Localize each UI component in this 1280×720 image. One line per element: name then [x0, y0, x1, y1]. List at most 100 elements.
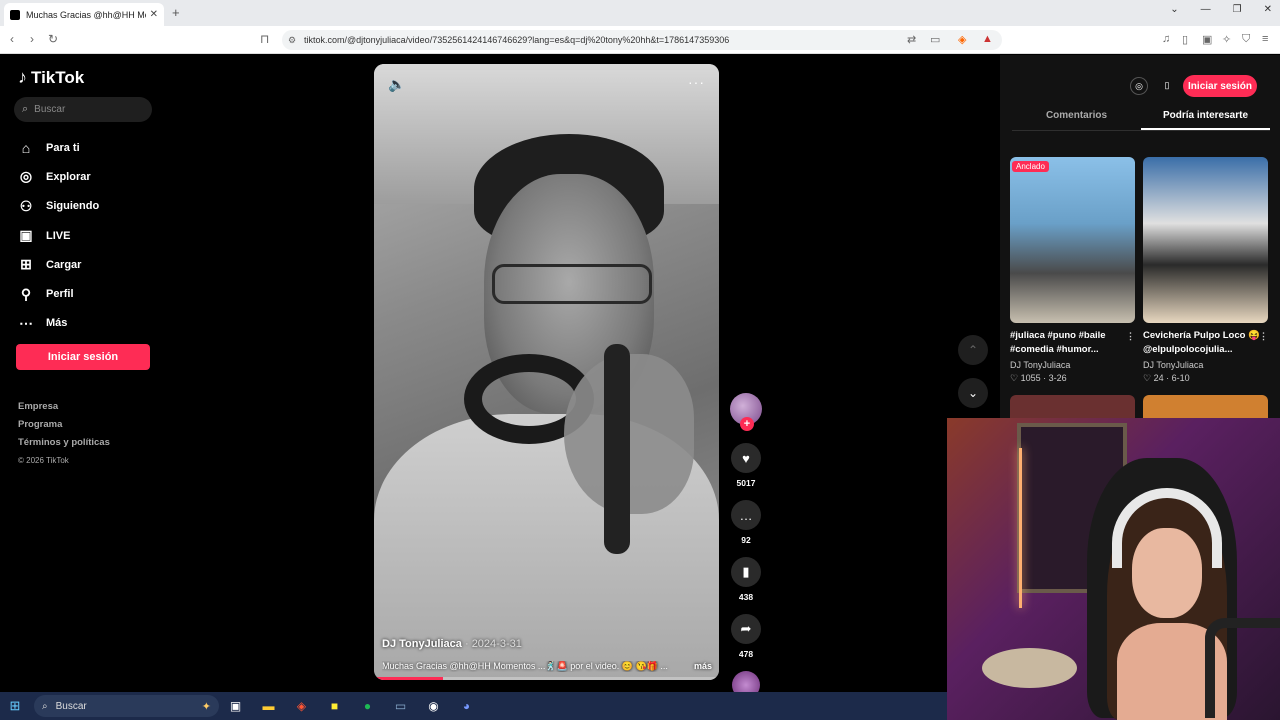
action-bar: + ♥ 5017 … 92 ▮ 438 ➦ 478 — [730, 393, 762, 699]
volume-icon[interactable]: 🔈 — [388, 76, 405, 93]
card-title: #juliaca #puno #baile #comedia #humor...… — [1010, 329, 1135, 357]
brave-shield-icon[interactable]: ◈ — [958, 33, 966, 46]
tab-podria-interesarte[interactable]: Podría interesarte — [1141, 105, 1270, 130]
previous-video-icon[interactable]: ⌃ — [958, 335, 988, 365]
search-box[interactable]: ⌕ — [14, 97, 152, 122]
suggested-card[interactable]: Cevichería Pulpo Loco 😝 @elpulpolocojuli… — [1143, 157, 1268, 384]
back-icon[interactable]: ‹ — [10, 32, 14, 46]
sidebar-item-live[interactable]: ▣ LIVE — [18, 221, 99, 250]
url-field[interactable]: ⚙ tiktok.com/@djtonyjuliaca/video/735256… — [282, 30, 1002, 50]
file-explorer-icon[interactable]: ▬ — [252, 699, 285, 713]
sidebar-item-mas[interactable]: ⋯ Más — [18, 309, 99, 338]
tiktok-logo[interactable]: ♪ TikTok — [18, 67, 84, 88]
card-user[interactable]: DJ TonyJuliaca — [1010, 360, 1135, 370]
sidebar-item-label: Más — [46, 317, 68, 330]
browser-tab[interactable]: Muchas Gracias @hh@HH Momen ✕ — [4, 3, 164, 26]
like-count: 5017 — [736, 478, 756, 488]
search-icon: ⌕ — [22, 103, 29, 115]
close-window-icon[interactable]: ✕ — [1264, 4, 1272, 15]
card-thumbnail[interactable] — [1143, 157, 1268, 323]
video-player[interactable]: 🔈 ··· DJ TonyJuliaca · 2024-3-31 Muchas … — [374, 64, 719, 680]
sidebar-item-cargar[interactable]: ⊞ Cargar — [18, 250, 99, 279]
rewards-icon[interactable]: ▲ — [982, 33, 993, 45]
sidebar-item-para-ti[interactable]: ⌂ Para ti — [18, 133, 99, 162]
reload-icon[interactable]: ↻ — [48, 32, 58, 46]
leo-icon[interactable]: ✧ — [1222, 33, 1231, 46]
sidebar-footer: Empresa Programa Términos y políticas © … — [18, 398, 110, 470]
footer-link-company[interactable]: Empresa — [18, 398, 110, 416]
close-tab-icon[interactable]: ✕ — [150, 9, 158, 20]
webcam-sign — [982, 648, 1077, 688]
share-action[interactable]: ➦ 478 — [730, 614, 762, 659]
cast-icon[interactable]: ▭ — [930, 33, 940, 46]
sidebar-item-siguiendo[interactable]: ⚇ Siguiendo — [18, 192, 99, 221]
restore-icon[interactable]: ❐ — [1233, 4, 1242, 15]
windows-taskbar: ⊞ ⌕ Buscar ✦ ▣ ▬ ◈ ■ ● ▭ ◉ ◕ — [0, 692, 947, 720]
windows-start-icon[interactable]: ⊞ — [0, 698, 30, 714]
comment-icon[interactable]: … — [731, 500, 761, 530]
sidebar-item-explorar[interactable]: ◎ Explorar — [18, 162, 99, 191]
obs-icon[interactable]: ◉ — [417, 699, 450, 713]
chevron-down-icon[interactable]: ⌄ — [1170, 4, 1178, 15]
video-progress-bar[interactable] — [374, 677, 719, 680]
music-icon[interactable]: ♫ — [1162, 33, 1170, 45]
sidebar-item-label: Para ti — [46, 141, 80, 154]
taskbar-search[interactable]: ⌕ Buscar ✦ — [34, 695, 219, 717]
wallet-icon[interactable]: ▣ — [1202, 33, 1212, 46]
more-options-icon[interactable]: ··· — [688, 74, 705, 90]
screen: Muchas Gracias @hh@HH Momen ✕ + ⌄ — ❐ ✕ … — [0, 0, 1280, 720]
video-caption: Muchas Gracias @hh@HH Momentos ...🕺🏻🚨 po… — [382, 661, 712, 672]
webcam-neon-light — [1019, 448, 1022, 608]
webcam-overlay — [947, 418, 1280, 720]
menu-icon[interactable]: ≡ — [1262, 33, 1268, 45]
footer-link-terms[interactable]: Términos y políticas — [18, 434, 110, 452]
new-tab-icon[interactable]: + — [172, 5, 180, 20]
sidebar-item-label: Cargar — [46, 258, 82, 271]
heart-icon[interactable]: ♥ — [731, 443, 761, 473]
card-more-icon[interactable]: ⋮ — [1126, 329, 1135, 343]
suggested-card-peek[interactable] — [1143, 395, 1268, 420]
translate-icon[interactable]: ⇄ — [907, 33, 916, 46]
vpn-icon[interactable]: ⛉ — [1242, 33, 1250, 46]
caption-more-link[interactable]: más — [694, 661, 712, 672]
discord-icon[interactable]: ◕ — [450, 699, 483, 713]
card-thumbnail[interactable]: Anclado — [1010, 157, 1135, 323]
video-author[interactable]: DJ TonyJuliaca · 2024-3-31 — [382, 638, 522, 650]
top-icons: ◎ ▯ — [1130, 77, 1176, 95]
phone-icon[interactable]: ▯ — [1158, 77, 1176, 95]
next-video-icon[interactable]: ⌄ — [958, 378, 988, 408]
search-icon: ⌕ — [42, 700, 48, 712]
login-button[interactable]: Iniciar sesión — [16, 344, 150, 370]
site-info-icon[interactable]: ⚙ — [288, 30, 296, 50]
author-avatar[interactable]: + — [730, 393, 762, 431]
comment-action[interactable]: … 92 — [730, 500, 762, 545]
footer-link-program[interactable]: Programa — [18, 416, 110, 434]
login-button-top[interactable]: Iniciar sesión — [1183, 75, 1257, 97]
compass-icon[interactable]: ◎ — [1130, 77, 1148, 95]
follow-plus-icon[interactable]: + — [740, 417, 754, 431]
tiktok-note-icon: ♪ — [18, 67, 27, 87]
tab-comentarios[interactable]: Comentarios — [1012, 105, 1141, 130]
spotify-icon[interactable]: ● — [351, 699, 384, 713]
share-icon[interactable]: ➦ — [731, 614, 761, 644]
bookmark-icon[interactable]: ▮ — [731, 557, 761, 587]
suggested-card[interactable]: Anclado #juliaca #puno #baile #comedia #… — [1010, 157, 1135, 384]
card-more-icon[interactable]: ⋮ — [1259, 329, 1268, 343]
card-user[interactable]: DJ TonyJuliaca — [1143, 360, 1268, 370]
suggested-card-peek[interactable] — [1010, 395, 1135, 420]
bookmark-icon[interactable]: ⊓ — [260, 32, 269, 46]
search-input[interactable] — [34, 104, 135, 115]
sidebar-item-perfil[interactable]: ⚲ Perfil — [18, 279, 99, 308]
brave-browser-icon[interactable]: ◈ — [285, 699, 318, 713]
like-action[interactable]: ♥ 5017 — [730, 443, 762, 488]
forward-icon[interactable]: › — [30, 32, 34, 46]
sidebar-nav: ⌂ Para ti ◎ Explorar ⚇ Siguiendo ▣ LIVE … — [18, 133, 99, 338]
sticky-notes-icon[interactable]: ■ — [318, 699, 351, 713]
remote-desktop-icon[interactable]: ▭ — [384, 699, 417, 713]
task-view-icon[interactable]: ▣ — [219, 699, 252, 713]
minimize-icon[interactable]: — — [1201, 4, 1211, 15]
copilot-spark-icon[interactable]: ✦ — [202, 700, 211, 713]
copyright: © 2026 TikTok — [18, 456, 69, 465]
sidebar-icon[interactable]: ▯ — [1182, 33, 1188, 46]
save-action[interactable]: ▮ 438 — [730, 557, 762, 602]
